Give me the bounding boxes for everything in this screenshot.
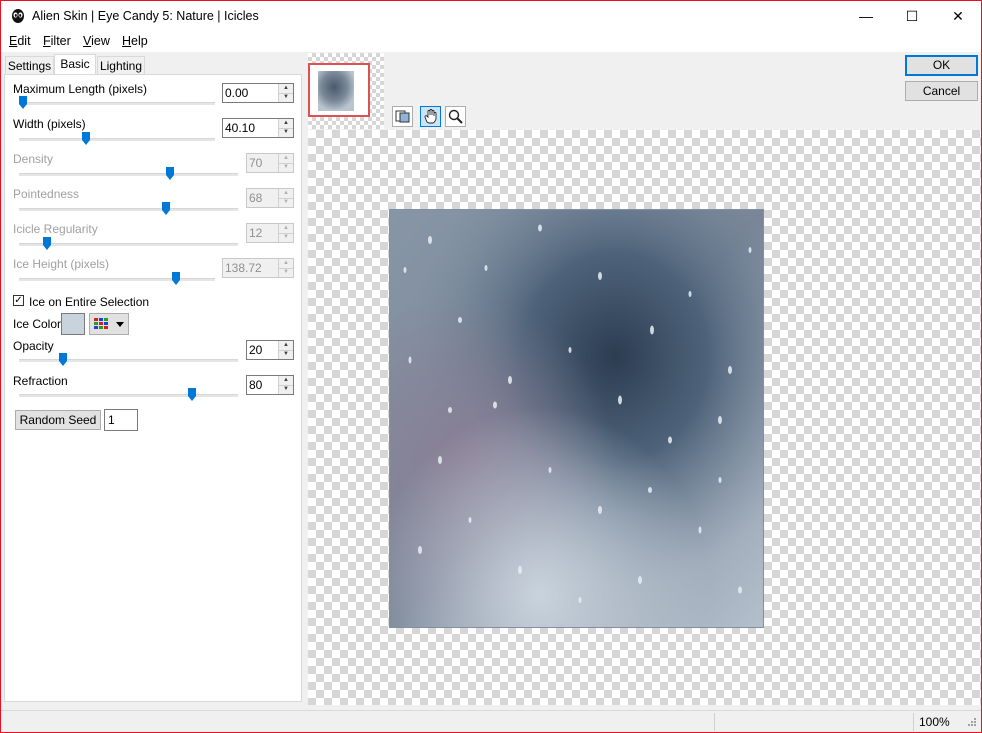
window-title: Alien Skin | Eye Candy 5: Nature | Icicl… bbox=[32, 9, 259, 23]
cancel-button[interactable]: Cancel bbox=[905, 81, 978, 101]
close-icon: ✕ bbox=[952, 8, 964, 24]
spin-down-icon[interactable]: ▼ bbox=[279, 350, 293, 359]
navigator-image bbox=[310, 65, 368, 115]
spin-down-icon[interactable]: ▼ bbox=[279, 128, 293, 137]
ice-height-slider-track bbox=[19, 278, 215, 281]
zoom-level: 100% bbox=[919, 715, 950, 729]
ice-height-spinner: 138.72 ▲ ▼ bbox=[222, 258, 294, 278]
color-grid-icon bbox=[94, 318, 124, 329]
zoom-icon bbox=[448, 109, 463, 124]
preview-toggle-button[interactable] bbox=[392, 106, 413, 127]
opacity-input[interactable]: 20 bbox=[249, 343, 262, 357]
tab-settings[interactable]: Settings bbox=[5, 56, 54, 75]
icicle-regularity-label: Icicle Regularity bbox=[13, 222, 98, 236]
spin-down-icon: ▼ bbox=[283, 234, 289, 240]
spin-down-icon[interactable]: ▼ bbox=[279, 93, 293, 102]
width-input[interactable]: 40.10 bbox=[225, 121, 255, 135]
density-label: Density bbox=[13, 152, 54, 166]
refraction-slider-track[interactable] bbox=[19, 394, 238, 397]
ice-height-label: Ice Height (pixels) bbox=[13, 257, 110, 271]
icicle-regularity-slider-thumb bbox=[43, 237, 52, 250]
minimize-button[interactable]: — bbox=[843, 1, 889, 32]
minimize-icon: — bbox=[859, 8, 873, 24]
spin-down-icon: ▼ bbox=[283, 269, 289, 275]
pointedness-slider-thumb bbox=[161, 202, 170, 215]
refraction-slider-thumb[interactable] bbox=[188, 388, 196, 401]
pointedness-input: 68 bbox=[249, 191, 263, 205]
pointedness-label: Pointedness bbox=[13, 187, 80, 201]
ice-on-entire-selection-label[interactable]: Ice on Entire Selection bbox=[29, 295, 149, 309]
ice-height-input: 138.72 bbox=[225, 261, 262, 275]
random-seed-input[interactable]: 1 bbox=[104, 409, 138, 431]
icicle-regularity-input: 12 bbox=[249, 226, 263, 240]
opacity-slider-thumb[interactable] bbox=[58, 353, 67, 366]
ice-color-label: Ice Color bbox=[13, 317, 62, 331]
icicle-regularity-spinner: 12 ▲ ▼ bbox=[246, 223, 294, 243]
refraction-spinner[interactable]: 80 ▲ ▼ bbox=[246, 375, 294, 395]
spin-down-icon[interactable]: ▼ bbox=[279, 385, 293, 394]
ice-on-entire-selection-checkbox[interactable]: ✓ bbox=[13, 295, 24, 306]
icicle-preview-render bbox=[390, 210, 763, 627]
density-slider-track bbox=[19, 173, 238, 176]
tab-lighting[interactable]: Lighting bbox=[97, 56, 145, 75]
pointedness-spinner: 68 ▲ ▼ bbox=[246, 188, 294, 208]
maximize-button[interactable]: ☐ bbox=[889, 1, 935, 32]
width-slider-thumb[interactable] bbox=[81, 132, 90, 145]
ice-height-slider-thumb bbox=[171, 272, 180, 285]
max-length-spinner[interactable]: 0.00 ▲ ▼ bbox=[222, 83, 294, 103]
menu-edit[interactable]: Edit bbox=[9, 34, 31, 48]
width-slider-track[interactable] bbox=[19, 138, 215, 141]
maximize-icon: ☐ bbox=[905, 8, 919, 24]
menu-filter[interactable]: Filter bbox=[43, 34, 71, 48]
opacity-spinner[interactable]: 20 ▲ ▼ bbox=[246, 340, 294, 360]
menu-help[interactable]: Help bbox=[122, 34, 148, 48]
close-button[interactable]: ✕ bbox=[935, 1, 981, 32]
title-bar[interactable]: Alien Skin | Eye Candy 5: Nature | Icicl… bbox=[1, 1, 981, 32]
status-bar: 100% bbox=[1, 710, 981, 732]
width-label: Width (pixels) bbox=[13, 117, 86, 131]
density-input: 70 bbox=[249, 156, 263, 170]
refraction-label: Refraction bbox=[13, 374, 68, 388]
opacity-slider-track[interactable] bbox=[19, 359, 238, 362]
max-length-input[interactable]: 0.00 bbox=[225, 86, 248, 100]
color-palette-button[interactable] bbox=[89, 313, 129, 335]
random-seed-button[interactable]: Random Seed bbox=[15, 410, 101, 430]
spin-down-icon: ▼ bbox=[283, 164, 289, 170]
checkmark-icon: ✓ bbox=[14, 295, 23, 306]
resize-grip-icon[interactable] bbox=[965, 717, 977, 729]
density-spinner: 70 ▲ ▼ bbox=[246, 153, 294, 173]
max-length-slider-thumb[interactable] bbox=[18, 96, 27, 109]
ice-color-swatch[interactable] bbox=[61, 313, 85, 335]
tab-basic[interactable]: Basic bbox=[54, 54, 96, 75]
spin-down-icon: ▼ bbox=[283, 199, 289, 205]
menu-bar: Edit Filter View Help bbox=[1, 32, 981, 52]
max-length-slider-track[interactable] bbox=[19, 102, 215, 105]
pointedness-slider-track bbox=[19, 208, 238, 211]
hand-icon bbox=[424, 109, 437, 124]
refraction-input[interactable]: 80 bbox=[249, 378, 262, 392]
icicle-regularity-slider-track bbox=[19, 243, 238, 246]
app-window: Alien Skin | Eye Candy 5: Nature | Icicl… bbox=[0, 0, 982, 733]
hand-tool-button[interactable] bbox=[420, 106, 441, 127]
width-spinner[interactable]: 40.10 ▲ ▼ bbox=[222, 118, 294, 138]
preview-toggle-icon bbox=[395, 110, 410, 123]
max-length-label: Maximum Length (pixels) bbox=[13, 82, 148, 96]
density-slider-thumb bbox=[166, 167, 175, 180]
preview-image[interactable] bbox=[389, 209, 764, 628]
opacity-label: Opacity bbox=[13, 339, 54, 353]
alien-skin-logo-icon bbox=[12, 9, 24, 23]
menu-view[interactable]: View bbox=[83, 34, 110, 48]
ok-button[interactable]: OK bbox=[905, 55, 978, 76]
zoom-tool-button[interactable] bbox=[445, 106, 466, 127]
navigator-thumbnail[interactable] bbox=[308, 63, 370, 117]
